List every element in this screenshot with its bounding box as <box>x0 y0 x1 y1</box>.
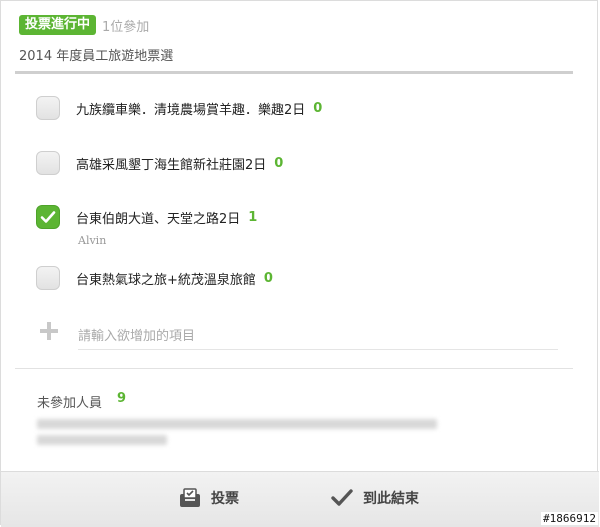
not-voted-label: 未參加人員 <box>37 396 103 411</box>
not-voted-names-line-1 <box>37 419 437 429</box>
ballot-box-icon <box>180 488 200 507</box>
plus-icon <box>40 322 58 340</box>
not-voted-names-line-2 <box>37 435 167 445</box>
option-row-1[interactable]: 九族纜車樂．清境農場賞羊趣．樂趣2日 0 <box>36 96 322 120</box>
option-label-3: 台東伯朗大道、天堂之路2日 <box>76 211 241 227</box>
checkmark-icon <box>331 489 353 506</box>
status-badge: 投票進行中 <box>19 15 97 35</box>
option-checkbox-4[interactable] <box>36 266 60 290</box>
option-row-4[interactable]: 台東熱氣球之旅+統茂溫泉旅館 0 <box>36 266 273 290</box>
option-voter-3: Alvin <box>78 234 107 247</box>
poll-footer: 投票 到此結束 <box>1 471 599 527</box>
option-row-2[interactable]: 高雄采風墾丁海生館新社莊園2日 0 <box>36 151 283 175</box>
option-row-3[interactable]: 台東伯朗大道、天堂之路2日 1 <box>36 205 257 229</box>
poll-title: 2014 年度員工旅遊地票選 <box>19 49 174 64</box>
option-checkbox-2[interactable] <box>36 151 60 175</box>
participant-count: 1位參加 <box>102 19 150 35</box>
header-divider <box>15 71 573 74</box>
check-icon <box>40 211 56 223</box>
option-label-1: 九族纜車樂．清境農場賞羊趣．樂趣2日 <box>76 102 306 118</box>
option-count-1: 0 <box>313 100 323 116</box>
option-checkbox-3[interactable] <box>36 205 60 229</box>
watermark: #1866912 <box>541 512 598 525</box>
option-checkbox-1[interactable] <box>36 96 60 120</box>
add-option-input[interactable] <box>78 323 558 350</box>
not-voted-count: 9 <box>117 391 127 406</box>
vote-button[interactable]: 投票 <box>179 488 239 508</box>
add-option-row <box>39 321 59 341</box>
poll-header: 投票進行中 1位參加 <box>19 14 149 36</box>
poll-card: 投票進行中 1位參加 2014 年度員工旅遊地票選 九族纜車樂．清境農場賞羊趣．… <box>0 0 599 527</box>
option-count-2: 0 <box>274 155 284 171</box>
vote-button-label: 投票 <box>211 491 239 507</box>
end-poll-button[interactable]: 到此結束 <box>331 488 419 508</box>
section-divider <box>15 368 573 369</box>
option-count-3: 1 <box>248 209 258 225</box>
option-count-4: 0 <box>263 270 273 286</box>
option-label-2: 高雄采風墾丁海生館新社莊園2日 <box>76 157 267 173</box>
end-poll-button-label: 到此結束 <box>363 491 419 507</box>
option-label-4: 台東熱氣球之旅+統茂溫泉旅館 <box>76 272 256 288</box>
